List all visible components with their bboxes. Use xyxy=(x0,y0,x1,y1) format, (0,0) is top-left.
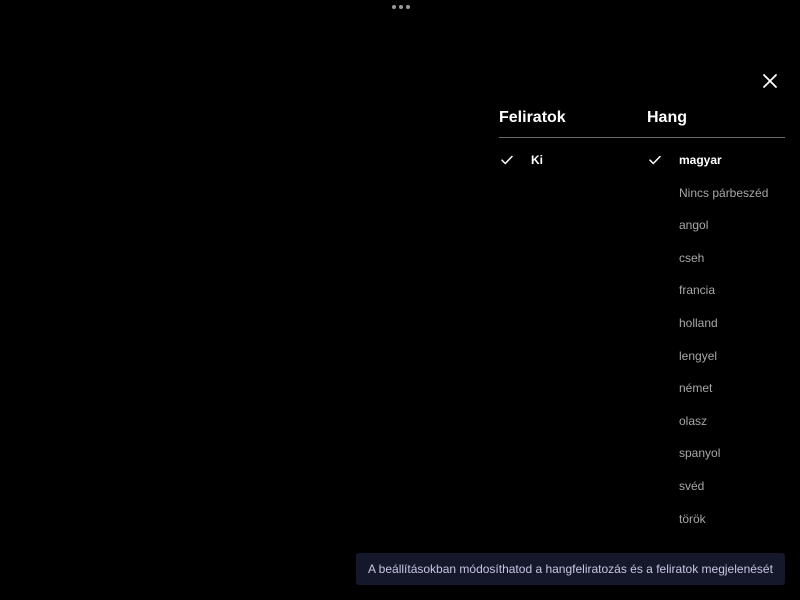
audio-option-label: spanyol xyxy=(679,446,721,461)
audio-option[interactable]: francia xyxy=(647,281,785,314)
audio-option[interactable]: magyar xyxy=(647,151,785,184)
audio-option-label: cseh xyxy=(679,250,705,265)
subtitles-list: Ki xyxy=(499,151,647,542)
audio-option[interactable]: svéd xyxy=(647,477,785,510)
audio-list: magyar Nincs párbeszéd angol cseh francia hol… xyxy=(647,151,785,542)
subtitle-option[interactable]: Ki xyxy=(499,151,647,184)
subtitle-option-label: Ki xyxy=(531,153,543,167)
player-settings-screen: Feliratok Hang Ki magyar Nincs párbeszéd a… xyxy=(0,0,800,600)
audio-header: Hang xyxy=(647,109,687,126)
audio-option[interactable]: olasz xyxy=(647,412,785,445)
audio-option-label: francia xyxy=(679,283,716,298)
audio-option-label: Nincs párbeszéd xyxy=(679,185,769,200)
options-columns: Ki magyar Nincs párbeszéd angol cseh francia… xyxy=(499,151,785,542)
audio-option[interactable]: spanyol xyxy=(647,444,785,477)
audio-option-label: lengyel xyxy=(679,348,718,363)
audio-option[interactable]: cseh xyxy=(647,249,785,282)
audio-option-label: török xyxy=(679,511,706,526)
audio-option-label: holland xyxy=(679,315,718,330)
info-toast-message: A beállításokban módosíthatod a hangfeli… xyxy=(368,562,773,576)
close-icon xyxy=(763,74,777,88)
audio-option-label: svéd xyxy=(679,478,705,493)
ellipsis-icon[interactable] xyxy=(392,5,410,9)
audio-option-label: magyar xyxy=(679,153,722,167)
audio-option-label: német xyxy=(679,381,713,396)
audio-option[interactable]: angol xyxy=(647,216,785,249)
subtitles-header: Feliratok xyxy=(499,109,566,126)
check-icon xyxy=(501,154,513,166)
check-icon xyxy=(649,154,661,166)
audio-option[interactable]: lengyel xyxy=(647,347,785,380)
audio-option[interactable]: holland xyxy=(647,314,785,347)
audio-option[interactable]: török xyxy=(647,510,785,543)
close-button[interactable] xyxy=(760,71,780,91)
audio-option-label: olasz xyxy=(679,413,708,428)
panel-headers: Feliratok Hang xyxy=(499,106,785,138)
audio-option[interactable]: német xyxy=(647,379,785,412)
info-toast: A beállításokban módosíthatod a hangfeli… xyxy=(356,553,785,585)
audio-option[interactable]: Nincs párbeszéd xyxy=(647,184,785,217)
audio-option-label: angol xyxy=(679,218,709,233)
audio-subtitles-panel: Feliratok Hang Ki magyar Nincs párbeszéd a… xyxy=(499,106,785,542)
